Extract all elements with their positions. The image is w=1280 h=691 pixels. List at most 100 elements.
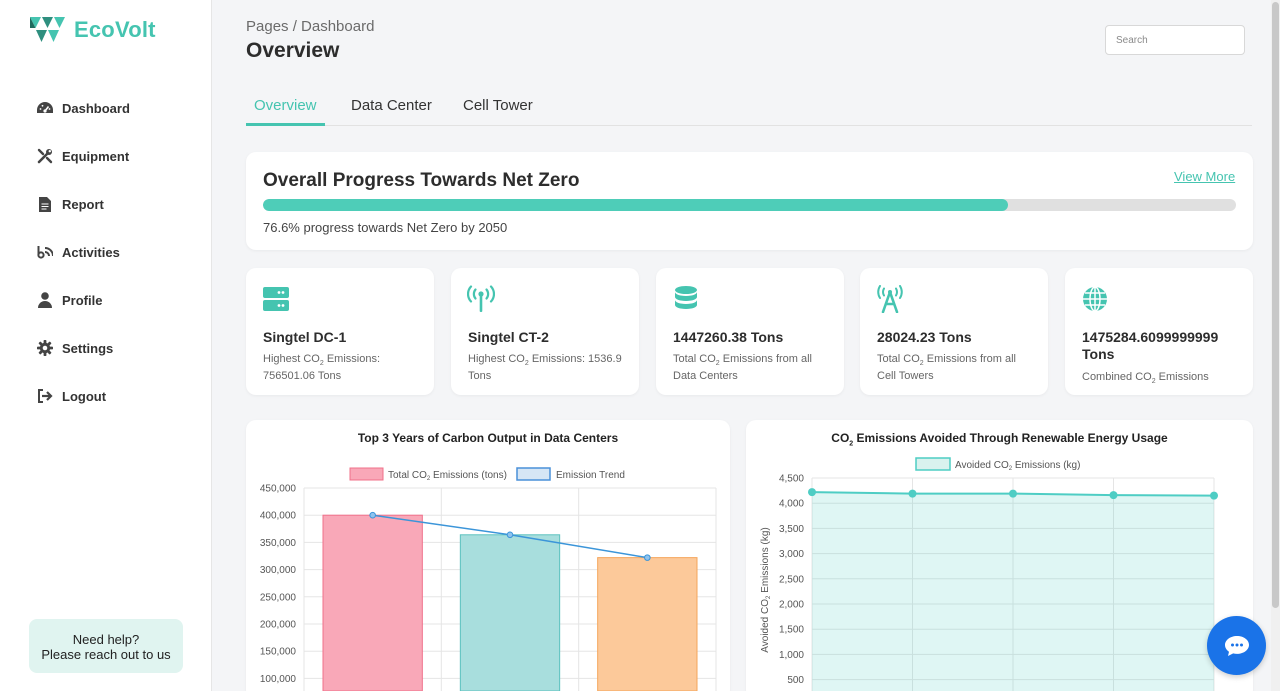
series-point bbox=[908, 489, 917, 498]
y-tick-label: 150,000 bbox=[260, 647, 297, 658]
server-icon bbox=[263, 287, 289, 311]
help-box[interactable]: Need help? Please reach out to us bbox=[29, 619, 183, 673]
series-point bbox=[1109, 491, 1118, 500]
y-tick-label: 3,500 bbox=[779, 524, 804, 535]
stat-card-top-data-center[interactable]: Singtel DC-1 Highest CO2 Emissions: 7565… bbox=[246, 268, 434, 395]
y-tick-label: 2,000 bbox=[779, 600, 804, 611]
stat-card-data-centers-total[interactable]: 1447260.38 Tons Total CO2 Emissions from… bbox=[656, 268, 844, 395]
progress-text: 76.6% progress towards Net Zero by 2050 bbox=[263, 220, 508, 235]
y-tick-label: 450,000 bbox=[260, 484, 297, 495]
tower-icon bbox=[877, 285, 903, 313]
y-tick-label: 1,500 bbox=[779, 625, 804, 636]
y-tick-label: 3,000 bbox=[779, 549, 804, 560]
y-tick-label: 2,500 bbox=[779, 574, 804, 585]
legend-label-bar: Total CO2 Emissions (tons) bbox=[388, 470, 507, 482]
logout-icon bbox=[36, 387, 54, 405]
y-tick-label: 200,000 bbox=[260, 620, 297, 631]
sidebar: EcoVolt Dashboard Equipment Report Activ… bbox=[0, 0, 212, 691]
sidebar-item-equipment[interactable]: Equipment bbox=[36, 132, 130, 180]
sidebar-item-label: Profile bbox=[62, 292, 103, 308]
sidebar-item-label: Equipment bbox=[62, 148, 130, 164]
series-point bbox=[1210, 491, 1218, 500]
globe-icon bbox=[1083, 286, 1107, 312]
sidebar-item-settings[interactable]: Settings bbox=[36, 324, 130, 372]
net-zero-progress-card: Overall Progress Towards Net Zero View M… bbox=[246, 152, 1253, 250]
view-more-link[interactable]: View More bbox=[1174, 169, 1235, 184]
y-tick-label: 350,000 bbox=[260, 538, 297, 549]
stat-card-cell-towers-total[interactable]: 28024.23 Tons Total CO2 Emissions from a… bbox=[860, 268, 1048, 395]
stat-value: Singtel CT-2 bbox=[468, 329, 549, 345]
carbon-output-chart: Total CO2 Emissions (tons) Emission Tren… bbox=[260, 467, 717, 691]
stat-caption: Combined CO2 Emissions bbox=[1082, 371, 1209, 386]
sidebar-item-activities[interactable]: Activities bbox=[36, 228, 130, 276]
sidebar-item-label: Dashboard bbox=[62, 100, 130, 116]
stat-value: 28024.23 Tons bbox=[877, 329, 972, 345]
y-tick-label: 400,000 bbox=[260, 511, 297, 522]
sidebar-item-label: Logout bbox=[62, 388, 107, 404]
legend-swatch-area bbox=[915, 457, 951, 471]
sidebar-item-logout[interactable]: Logout bbox=[36, 372, 130, 420]
stat-value: 1447260.38 Tons bbox=[673, 329, 784, 345]
tab-overview[interactable]: Overview bbox=[246, 97, 325, 126]
legend-label-line: Emission Trend bbox=[556, 470, 625, 481]
progress-bar-fill bbox=[263, 199, 1009, 211]
sidebar-item-dashboard[interactable]: Dashboard bbox=[36, 84, 130, 132]
tools-icon bbox=[36, 147, 54, 165]
tab-cell-tower[interactable]: Cell Tower bbox=[463, 97, 533, 126]
gauge-icon bbox=[36, 99, 54, 117]
progress-title: Overall Progress Towards Net Zero bbox=[263, 170, 580, 191]
sidebar-item-profile[interactable]: Profile bbox=[36, 276, 130, 324]
y-tick-label: 4,500 bbox=[779, 474, 804, 485]
brand-logo[interactable]: EcoVolt bbox=[30, 16, 156, 44]
series-point bbox=[1009, 489, 1017, 498]
y-tick-label: 500 bbox=[787, 675, 804, 686]
breadcrumb: Pages / Dashboard bbox=[246, 18, 375, 35]
chat-button[interactable] bbox=[1207, 616, 1266, 675]
stat-caption: Total CO2 Emissions from all Cell Towers bbox=[877, 353, 1016, 383]
sidebar-item-label: Report bbox=[62, 196, 104, 212]
y-axis-label: Avoided CO2 Emissions (kg) bbox=[760, 527, 772, 652]
tab-data-center[interactable]: Data Center bbox=[351, 97, 432, 126]
y-tick-label: 250,000 bbox=[260, 592, 297, 603]
antenna-icon bbox=[467, 285, 495, 312]
page-scrollbar[interactable] bbox=[1271, 0, 1280, 691]
sidebar-item-report[interactable]: Report bbox=[36, 180, 130, 228]
y-tick-label: 300,000 bbox=[260, 565, 297, 576]
stat-value: Singtel DC-1 bbox=[263, 329, 347, 345]
document-icon bbox=[36, 195, 54, 213]
brand-name: EcoVolt bbox=[74, 17, 156, 42]
user-icon bbox=[36, 291, 54, 309]
stat-caption: Total CO2 Emissions from all Data Center… bbox=[673, 353, 812, 383]
chat-bubble-icon bbox=[1224, 635, 1249, 656]
y-tick-label: 100,000 bbox=[260, 674, 297, 685]
database-icon bbox=[675, 286, 697, 309]
legend-swatch-bar bbox=[349, 467, 384, 481]
sidebar-item-label: Settings bbox=[62, 340, 114, 356]
scrollbar-thumb[interactable] bbox=[1272, 2, 1279, 608]
help-text: Please reach out to us bbox=[41, 647, 171, 662]
avoided-emissions-chart: Avoided CO2 Emissions (kg) Avoided CO2 E… bbox=[760, 457, 1218, 691]
trend-point bbox=[644, 554, 651, 561]
sidebar-nav: Dashboard Equipment Report Activities Pr… bbox=[36, 84, 130, 420]
stat-card-combined-emissions[interactable]: 1475284.6099999999 Tons Combined CO2 Emi… bbox=[1065, 268, 1253, 395]
search-input[interactable] bbox=[1105, 25, 1245, 55]
page-title: Overview bbox=[246, 39, 340, 62]
ecovolt-logo-icon bbox=[30, 17, 65, 42]
avoided-emissions-chart-card: CO2 Emissions Avoided Through Renewable … bbox=[746, 420, 1253, 691]
tab-bar: Overview Data Center Cell Tower bbox=[246, 88, 1252, 126]
bar bbox=[459, 534, 561, 691]
legend-label-area: Avoided CO2 Emissions (kg) bbox=[955, 460, 1080, 472]
trend-point bbox=[506, 531, 514, 539]
progress-bar bbox=[263, 199, 1236, 211]
y-tick-label: 1,000 bbox=[779, 650, 804, 661]
stat-caption: Highest CO2 Emissions: 1536.9 Tons bbox=[468, 353, 622, 383]
stat-caption: Highest CO2 Emissions: 756501.06 Tons bbox=[263, 353, 381, 383]
legend-swatch-line bbox=[516, 467, 551, 481]
stat-card-top-cell-tower[interactable]: Singtel CT-2 Highest CO2 Emissions: 1536… bbox=[451, 268, 639, 395]
trend-point bbox=[369, 511, 376, 519]
sidebar-item-label: Activities bbox=[62, 244, 120, 260]
carbon-output-chart-card: Top 3 Years of Carbon Output in Data Cen… bbox=[246, 420, 730, 691]
stat-value: 1475284.6099999999 Tons bbox=[1082, 329, 1219, 362]
bar bbox=[597, 557, 698, 691]
y-tick-label: 4,000 bbox=[779, 499, 804, 510]
